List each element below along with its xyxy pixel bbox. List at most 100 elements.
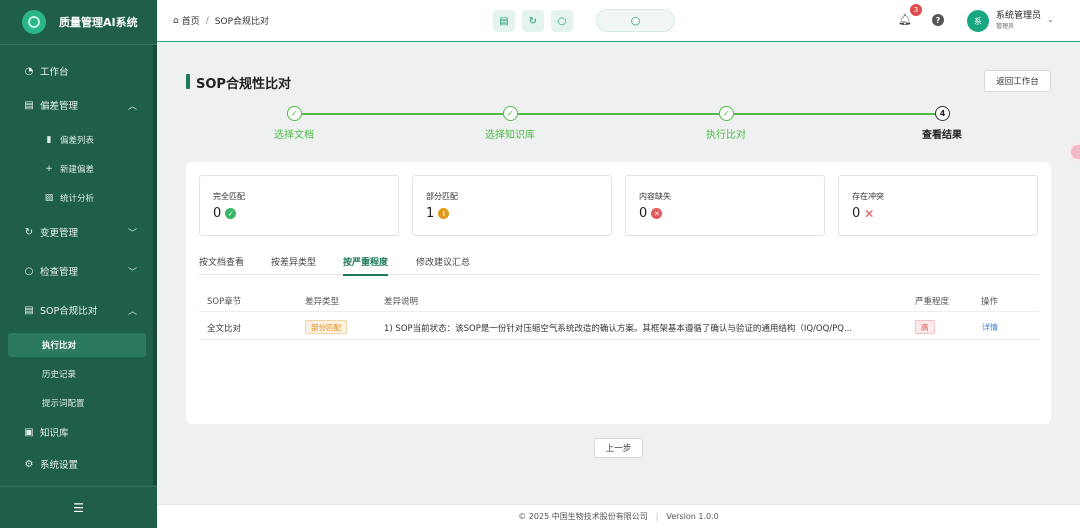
- step-label-current: 查看结果: [922, 130, 962, 141]
- refresh-button[interactable]: ↻: [522, 10, 544, 32]
- footer-version: Version 1.0.0: [666, 512, 719, 521]
- sidebar-item-label: 检查管理: [40, 267, 79, 278]
- chevron-down-icon: ﹀: [127, 267, 137, 278]
- diff-type-tag: 部分匹配: [305, 320, 347, 334]
- sidebar-item-knowledge[interactable]: ▣ 知识库: [0, 419, 157, 445]
- search-input[interactable]: ○: [596, 9, 675, 32]
- sidebar-subitem-statistics[interactable]: ▨ 统计分析: [0, 186, 157, 210]
- sidebar-item-label: 变更管理: [40, 228, 79, 239]
- sidebar-subitem-label: 新建偏差: [60, 165, 95, 175]
- tab-by-document[interactable]: 按文档查看: [199, 255, 244, 274]
- step-done-check-icon: ✓: [719, 106, 734, 121]
- sidebar-subitem-new-deviation[interactable]: + 新建偏差: [0, 157, 157, 181]
- notification-bell-icon[interactable]: 🔔︎: [898, 13, 912, 26]
- sidebar-item-label: 工作台: [40, 67, 69, 78]
- sidebar-collapse-button[interactable]: ☰: [0, 486, 157, 528]
- menu-icon: ☰: [73, 500, 84, 515]
- search-icon: ○: [24, 265, 34, 277]
- document-icon: ▤: [24, 304, 34, 316]
- step-label: 选择知识库: [485, 130, 535, 141]
- sidebar-subitem-prompt-config[interactable]: 提示词配置: [0, 391, 157, 415]
- previous-step-button[interactable]: 上一步: [594, 438, 643, 458]
- breadcrumb: ⌂ 首页 / SOP合规比对: [173, 14, 269, 28]
- page-title: SOP合规性比对: [196, 77, 291, 92]
- sidebar-item-settings[interactable]: ⚙ 系统设置: [0, 451, 157, 477]
- sidebar-subitem-label: 偏差列表: [60, 136, 95, 146]
- stat-title: 存在冲突: [852, 192, 884, 201]
- sidebar-item-label: 知识库: [40, 428, 69, 439]
- refresh-icon: ↻: [24, 226, 34, 238]
- chevron-up-icon: ︿: [127, 306, 137, 317]
- book-icon: ▣: [24, 426, 34, 438]
- chevron-down-icon[interactable]: ⌄: [1047, 15, 1054, 24]
- sidebar-subitem-history[interactable]: 历史记录: [0, 362, 157, 386]
- stat-value: 0: [639, 206, 648, 221]
- document-icon: ▤: [24, 99, 34, 111]
- column-header: 差异说明: [384, 297, 419, 307]
- error-circle-icon: ✕: [651, 208, 663, 219]
- search-button[interactable]: ○: [551, 10, 573, 32]
- stat-title: 部分匹配: [426, 192, 458, 201]
- sidebar-item-label: SOP合规比对: [40, 306, 98, 317]
- result-tabs: 按文档查看 按差异类型 按严重程度 修改建议汇总: [199, 255, 1039, 276]
- sidebar-subitem-execute-compare[interactable]: 执行比对: [8, 333, 146, 357]
- footer-separator: |: [655, 512, 659, 521]
- stat-value-row: 0 ✕: [852, 206, 874, 221]
- table-header: SOP章节 差异类型 差异说明 严重程度 操作: [199, 288, 1039, 312]
- sidebar-subitem-label: 提示词配置: [42, 399, 85, 409]
- step-done-check-icon: ✓: [503, 106, 518, 121]
- footer: © 2025 中国生物技术股份有限公司 | Version 1.0.0: [157, 504, 1080, 528]
- list-icon: ▮: [46, 135, 52, 145]
- sidebar-subitem-deviation-list[interactable]: ▮ 偏差列表: [0, 128, 157, 152]
- sidebar-item-inspection[interactable]: ○ 检查管理 ﹀: [0, 258, 157, 284]
- sidebar-item-deviation[interactable]: ▤ 偏差管理 ︿: [0, 92, 157, 118]
- sidebar-item-dashboard[interactable]: ◔ 工作台: [0, 58, 157, 84]
- step-current-number: 4: [935, 106, 950, 121]
- sidebar: 质量管理AI系统 ◔ 工作台 ▤ 偏差管理 ︿ ▮ 偏差列表 + 新建偏差 ▨ …: [0, 0, 157, 528]
- stat-value: 1: [426, 206, 435, 221]
- sidebar-subitem-label: 统计分析: [60, 194, 95, 204]
- breadcrumb-home[interactable]: 首页: [182, 14, 200, 27]
- tab-by-diff-type[interactable]: 按差异类型: [271, 255, 316, 274]
- avatar[interactable]: 系: [967, 10, 989, 32]
- help-icon[interactable]: ?: [932, 14, 944, 26]
- search-icon: ○: [630, 14, 641, 27]
- stat-value-row: 0 ✕: [639, 206, 663, 221]
- sidebar-item-sop[interactable]: ▤ SOP合规比对 ︿: [0, 297, 157, 323]
- close-icon: ✕: [864, 206, 875, 221]
- sidebar-item-label: 偏差管理: [40, 101, 79, 112]
- stat-value: 0: [852, 206, 861, 221]
- column-header: 严重程度: [915, 297, 950, 307]
- floating-assistant-button[interactable]: [1069, 143, 1080, 161]
- chevron-up-icon: ︿: [127, 101, 137, 112]
- tab-by-severity[interactable]: 按严重程度: [343, 255, 389, 276]
- user-name[interactable]: 系统管理员: [996, 11, 1041, 21]
- stat-value: 0: [213, 206, 222, 221]
- stat-card-missing: 内容缺失 0 ✕: [625, 175, 825, 236]
- app-title: 质量管理AI系统: [59, 16, 138, 29]
- back-to-dashboard-button[interactable]: 返回工作台: [984, 70, 1051, 92]
- tab-suggestions[interactable]: 修改建议汇总: [416, 255, 470, 274]
- progress-steps: ✓ ✓ ✓ 4 选择文档 选择知识库 执行比对 查看结果: [186, 100, 1051, 145]
- notification-badge: 3: [910, 4, 922, 16]
- title-accent-bar: [186, 74, 190, 89]
- detail-link[interactable]: 详情: [982, 322, 998, 333]
- search-icon: ○: [557, 15, 567, 27]
- home-icon: ⌂: [173, 15, 179, 26]
- sidebar-item-change[interactable]: ↻ 变更管理 ﹀: [0, 219, 157, 245]
- table-row: 全文比对 部分匹配 1) SOP当前状态：该SOP是一份针对压缩空气系统改造的确…: [199, 314, 1039, 340]
- breadcrumb-separator: /: [205, 15, 209, 26]
- sidebar-item-label: 系统设置: [40, 460, 79, 471]
- document-icon: ▤: [499, 15, 509, 27]
- cell-section: 全文比对: [207, 324, 242, 334]
- stat-card-conflict: 存在冲突 0 ✕: [838, 175, 1038, 236]
- stat-title: 内容缺失: [639, 192, 671, 201]
- document-button[interactable]: ▤: [493, 10, 515, 32]
- refresh-icon: ↻: [528, 15, 538, 27]
- step-connector: [733, 113, 942, 115]
- brand: 质量管理AI系统: [0, 0, 157, 45]
- stat-title: 完全匹配: [213, 192, 245, 201]
- sidebar-subitem-label: 历史记录: [42, 370, 77, 380]
- chart-icon: ▨: [44, 193, 54, 203]
- step-connector: [517, 113, 726, 115]
